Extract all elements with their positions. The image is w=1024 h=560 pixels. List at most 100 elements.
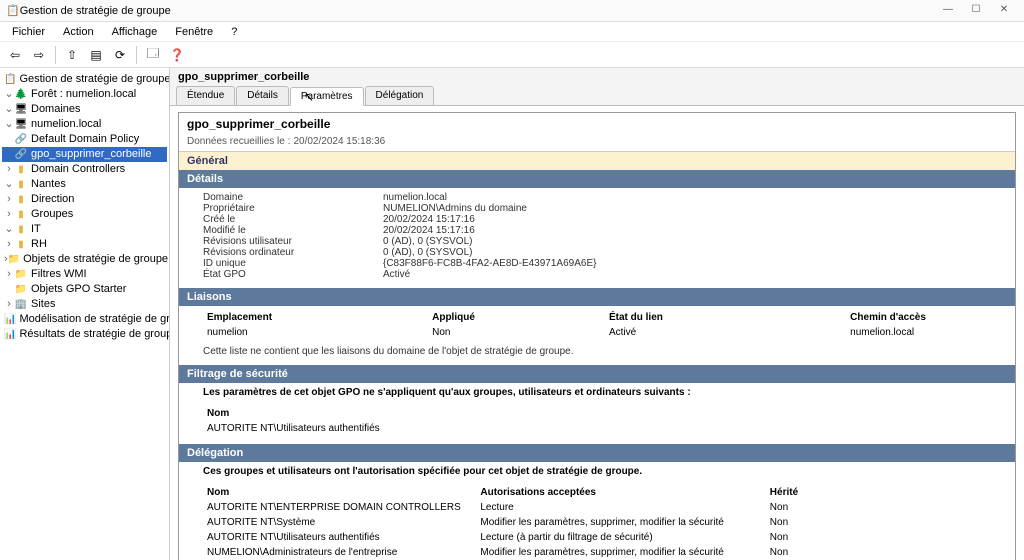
tab-parametres[interactable]: Paramètres	[290, 87, 364, 106]
expander-icon[interactable]: ›	[4, 207, 14, 222]
toolbar: ⇦ ⇨ ⇧ ▤ ⟳ 🗔 ❓	[0, 42, 1024, 68]
table-row: AUTORITE NT\Utilisateurs authentifiés	[203, 421, 1007, 436]
delegation-cell: Lecture	[476, 500, 765, 515]
menu-action[interactable]: Action	[55, 24, 102, 40]
detail-key: Créé le	[203, 214, 383, 225]
tree-nantes[interactable]: Nantes	[31, 177, 165, 192]
delegation-cell: AUTORITE NT\Utilisateurs authentifiés	[203, 530, 476, 545]
close-button[interactable]: ✕	[990, 2, 1018, 20]
domains-icon: 🖥	[14, 103, 28, 117]
menu-fenetre[interactable]: Fenêtre	[167, 24, 221, 40]
detail-value: 0 (AD), 0 (SYSVOL)	[383, 236, 1007, 247]
tab-etendue[interactable]: Étendue	[176, 86, 235, 105]
refresh-button[interactable]: ⟳	[109, 44, 131, 66]
detail-value: {C83F88F6-FC8B-4FA2-AE8D-E43971A69A6E}	[383, 258, 1007, 269]
tab-delegation[interactable]: Délégation	[365, 86, 435, 105]
tree-modeling[interactable]: Modélisation de stratégie de groupe	[19, 312, 170, 327]
ou-icon: ▮	[14, 208, 28, 222]
delegation-header: Nom	[203, 485, 476, 500]
report-title: gpo_supprimer_corbeille	[187, 117, 330, 131]
tree-groupes[interactable]: Groupes	[31, 207, 165, 222]
tab-strip: Étendue Détails Paramètres Délégation	[170, 86, 1024, 106]
up-button[interactable]: ⇧	[61, 44, 83, 66]
back-button[interactable]: ⇦	[4, 44, 26, 66]
tree-rh[interactable]: RH	[31, 237, 165, 252]
tree-ddp[interactable]: Default Domain Policy	[31, 132, 165, 147]
liaisons-cell: numelion	[203, 325, 428, 340]
tree-it[interactable]: IT	[31, 222, 165, 237]
tree-forest[interactable]: Forêt : numelion.local	[31, 87, 165, 102]
detail-key: Révisions ordinateur	[203, 247, 383, 258]
section-general-header[interactable]: Général	[179, 151, 1015, 170]
menu-help[interactable]: ?	[223, 24, 245, 40]
report-area[interactable]: gpo_supprimer_corbeille Données recueill…	[170, 106, 1024, 560]
tree-dc[interactable]: Domain Controllers	[31, 162, 165, 177]
tree-gpo-selected[interactable]: gpo_supprimer_corbeille	[31, 147, 165, 162]
console-icon: 📋	[4, 73, 16, 87]
report-timestamp: 20/02/2024 15:18:36	[293, 136, 385, 147]
liaisons-cell: numelion.local	[846, 325, 1007, 340]
detail-key: État GPO	[203, 269, 383, 280]
forward-button[interactable]: ⇨	[28, 44, 50, 66]
delegation-cell: Non	[766, 530, 1007, 545]
properties-button[interactable]: 🗔	[142, 44, 164, 66]
expander-icon[interactable]: ›	[4, 237, 14, 252]
table-row: numelion Non Activé numelion.local	[203, 325, 1007, 340]
minimize-button[interactable]: —	[934, 2, 962, 20]
expander-icon[interactable]: ⌄	[4, 177, 14, 192]
delegation-cell: Lecture (à partir du filtrage de sécurit…	[476, 530, 765, 545]
filtrage-table: Nom AUTORITE NT\Utilisateurs authentifié…	[203, 406, 1007, 436]
section-delegation-header[interactable]: Délégation	[179, 444, 1015, 462]
navigation-tree[interactable]: 📋Gestion de stratégie de groupe ⌄🌲Forêt …	[0, 68, 170, 560]
expander-icon[interactable]: ⌄	[4, 102, 14, 117]
maximize-button[interactable]: ☐	[962, 2, 990, 20]
tree-direction[interactable]: Direction	[31, 192, 165, 207]
ou-icon: ▮	[14, 238, 28, 252]
filtrage-header: Nom	[203, 406, 1007, 421]
expander-icon[interactable]: ⌄	[4, 222, 14, 237]
detail-value: Activé	[383, 269, 1007, 280]
detail-value: 20/02/2024 15:17:16	[383, 225, 1007, 236]
expander-icon[interactable]: ›	[4, 297, 14, 312]
expander-icon[interactable]: ⌄	[4, 87, 14, 102]
delegation-table: Nom Autorisations acceptées Hérité AUTOR…	[203, 485, 1007, 560]
expander-icon[interactable]: ›	[4, 162, 14, 177]
new-window-button[interactable]: ▤	[85, 44, 107, 66]
detail-value: NUMELION\Admins du domaine	[383, 203, 1007, 214]
tree-gpo-objects[interactable]: Objets de stratégie de groupe	[23, 252, 168, 267]
delegation-cell: Modifier les paramètres, supprimer, modi…	[476, 515, 765, 530]
report-timestamp-label: Données recueillies le :	[187, 136, 290, 147]
liaisons-cell: Non	[428, 325, 605, 340]
liaisons-caption: Cette liste ne contient que les liaisons…	[203, 340, 1007, 357]
detail-value: numelion.local	[383, 192, 1007, 203]
section-liaisons-header[interactable]: Liaisons	[179, 288, 1015, 306]
tree-results[interactable]: Résultats de stratégie de groupe	[19, 327, 170, 342]
delegation-cell: Non	[766, 545, 1007, 560]
domain-icon: 🖥	[14, 118, 28, 132]
table-row: AUTORITE NT\ENTERPRISE DOMAIN CONTROLLER…	[203, 500, 1007, 515]
menu-fichier[interactable]: Fichier	[4, 24, 53, 40]
tree-domain[interactable]: numelion.local	[31, 117, 165, 132]
expander-icon[interactable]: ⌄	[4, 117, 14, 132]
expander-icon[interactable]: ›	[4, 192, 14, 207]
detail-value: 0 (AD), 0 (SYSVOL)	[383, 247, 1007, 258]
section-details-header[interactable]: Détails	[179, 170, 1015, 188]
delegation-note: Ces groupes et utilisateurs ont l'autori…	[179, 462, 1015, 481]
tree-root[interactable]: Gestion de stratégie de groupe	[19, 72, 170, 87]
tab-details[interactable]: Détails	[236, 86, 289, 105]
content-title: gpo_supprimer_corbeille	[170, 68, 1024, 86]
expander-icon[interactable]: ›	[4, 267, 14, 282]
help-button[interactable]: ❓	[166, 44, 188, 66]
separator	[136, 46, 137, 64]
menu-affichage[interactable]: Affichage	[104, 24, 166, 40]
tree-wmi[interactable]: Filtres WMI	[31, 267, 165, 282]
liaisons-cell: Activé	[605, 325, 846, 340]
tree-domains[interactable]: Domaines	[31, 102, 165, 117]
tree-sites[interactable]: Sites	[31, 297, 165, 312]
detail-value: 20/02/2024 15:17:16	[383, 214, 1007, 225]
ou-icon: ▮	[14, 178, 28, 192]
delegation-cell: Modifier les paramètres, supprimer, modi…	[476, 545, 765, 560]
section-filtrage-header[interactable]: Filtrage de sécurité	[179, 365, 1015, 383]
sites-icon: 🏢	[14, 298, 28, 312]
tree-starter[interactable]: Objets GPO Starter	[31, 282, 165, 297]
